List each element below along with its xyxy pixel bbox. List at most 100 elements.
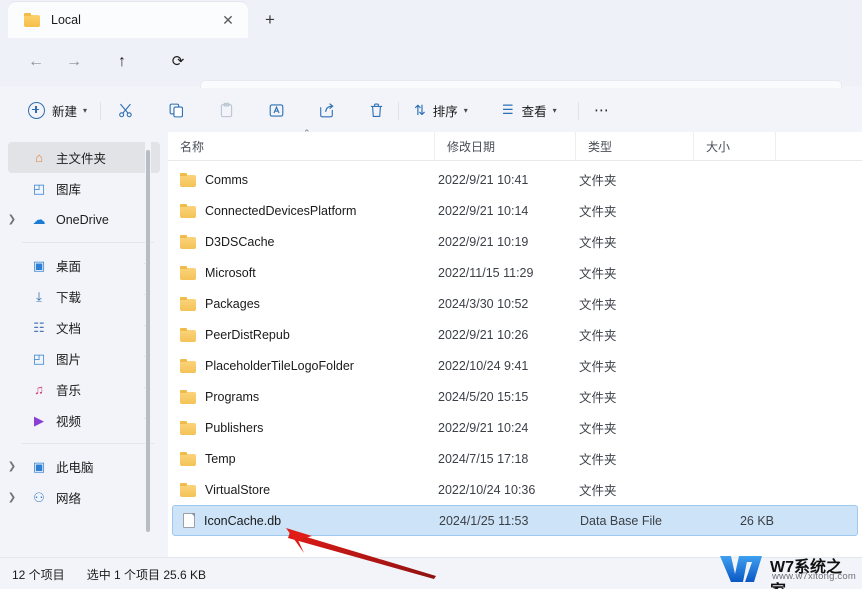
- status-selection-info: 选中 1 个项目 25.6 KB: [86, 567, 207, 582]
- file-type-cell: 文件夹: [579, 329, 617, 343]
- file-date-cell: 2022/9/21 10:26: [438, 327, 529, 342]
- document-icon: ☷: [33, 319, 45, 335]
- rename-icon: [269, 103, 284, 117]
- copy-button[interactable]: [162, 96, 191, 124]
- file-date-cell: 2022/9/21 10:41: [438, 172, 529, 187]
- sidebar-item-7[interactable]: ♫音乐✒: [8, 374, 160, 405]
- view-list-icon: ☰: [502, 102, 514, 117]
- file-date-cell: 2022/10/24 9:41: [438, 358, 529, 373]
- table-row[interactable]: PeerDistRepub 2022/9/21 10:26 文件夹: [172, 319, 858, 350]
- watermark-url: www.w7xitong.com: [772, 571, 856, 582]
- chevron-down-icon: ▾: [463, 105, 468, 115]
- this-pc-icon: ▣: [32, 458, 46, 474]
- table-row[interactable]: Publishers 2022/9/21 10:24 文件夹: [172, 412, 858, 443]
- close-icon[interactable]: ✕: [220, 12, 236, 28]
- chevron-down-icon: ▾: [552, 105, 557, 115]
- file-type-cell: 文件夹: [579, 298, 617, 312]
- view-button[interactable]: ☰ 查看 ▾: [496, 96, 563, 124]
- table-row[interactable]: IconCache.db 2024/1/25 11:53 Data Base Fil…: [172, 505, 858, 536]
- sidebar-scrollbar-thumb[interactable]: [146, 150, 150, 532]
- file-name-label: Programs: [205, 389, 260, 404]
- table-row[interactable]: Programs 2024/5/20 15:15 文件夹: [172, 381, 858, 412]
- sidebar-item-label: 图片: [56, 353, 82, 367]
- scissors-icon: [119, 103, 132, 117]
- chevron-right-icon[interactable]: ❯: [4, 492, 20, 503]
- column-header-date[interactable]: 修改日期: [434, 132, 575, 160]
- sidebar-item-9[interactable]: ❯ ▣ 此电脑: [8, 451, 160, 482]
- forward-icon[interactable]: →: [60, 48, 88, 76]
- chevron-right-icon[interactable]: ❯: [4, 214, 20, 225]
- trash-icon: [370, 102, 383, 117]
- sidebar-item-5[interactable]: ☷文档✒: [8, 312, 160, 343]
- sidebar-item-8[interactable]: ▶视频✒: [8, 405, 160, 436]
- tab-title: Local: [51, 13, 81, 27]
- table-row[interactable]: Packages 2024/3/30 10:52 文件夹: [172, 288, 858, 319]
- folder-icon: [180, 234, 197, 249]
- table-row[interactable]: VirtualStore 2022/10/24 10:36 文件夹: [172, 474, 858, 505]
- file-date-cell: 2022/9/21 10:19: [438, 234, 529, 249]
- sidebar-divider: [22, 242, 154, 243]
- sort-button-label: 排序: [432, 104, 458, 119]
- paste-button[interactable]: [212, 96, 241, 124]
- clipboard-icon: [220, 102, 233, 117]
- tab-local[interactable]: Local ✕: [8, 2, 248, 38]
- file-date-cell: 2024/3/30 10:52: [438, 296, 529, 311]
- sidebar-item-10[interactable]: ❯ ⚇ 网络: [8, 482, 160, 513]
- sidebar-item-2[interactable]: ❯ ☁ OneDrive: [8, 204, 160, 235]
- sidebar-item-3[interactable]: ▣桌面✒: [8, 250, 160, 281]
- file-date-cell: 2024/5/20 15:15: [438, 389, 529, 404]
- file-date-cell: 2022/11/15 11:29: [438, 265, 534, 280]
- table-row[interactable]: Microsoft 2022/11/15 11:29 文件夹: [172, 257, 858, 288]
- sidebar-item-0[interactable]: ⌂ 主文件夹: [8, 142, 160, 173]
- refresh-icon[interactable]: ⟳: [164, 48, 192, 76]
- file-name-cell: Programs: [180, 389, 260, 404]
- sidebar-item-1[interactable]: ◰ 图库: [8, 173, 160, 204]
- more-options-button[interactable]: ⋯: [588, 96, 617, 124]
- file-name-label: PlaceholderTileLogoFolder: [205, 358, 354, 373]
- sort-button[interactable]: ⇅ 排序 ▾: [408, 96, 474, 124]
- content-area: ⌂主文件夹◰图库❯☁OneDrive ▣桌面✒⤓下载✒☷文档✒◰图片✒♫音乐✒▶视…: [0, 128, 862, 557]
- video-icon: ▶: [34, 412, 44, 428]
- folder-icon: [180, 172, 197, 187]
- rename-button[interactable]: [262, 96, 291, 124]
- table-row[interactable]: D3DSCache 2022/9/21 10:19 文件夹: [172, 226, 858, 257]
- file-type-cell: 文件夹: [579, 267, 617, 281]
- column-header-size[interactable]: 大小: [693, 132, 775, 160]
- sidebar-item-4[interactable]: ⤓下载✒: [8, 281, 160, 312]
- up-icon[interactable]: ↑: [108, 48, 136, 76]
- folder-icon: [180, 265, 197, 280]
- file-name-label: IconCache.db: [204, 513, 282, 528]
- file-name-label: VirtualStore: [205, 482, 271, 497]
- file-type-cell: 文件夹: [579, 205, 617, 219]
- folder-icon: [180, 420, 197, 435]
- cut-button[interactable]: [112, 96, 141, 124]
- table-row[interactable]: ConnectedDevicesPlatform 2022/9/21 10:14 文…: [172, 195, 858, 226]
- file-name-cell: Microsoft: [180, 265, 256, 280]
- column-header-type[interactable]: 类型: [575, 132, 693, 160]
- file-list-pane: 名称 ⌃ 修改日期 类型 大小 Comms 2022/9/21 10:41 文件夹 C…: [168, 128, 862, 557]
- table-row[interactable]: PlaceholderTileLogoFolder 2022/10/24 9:41…: [172, 350, 858, 381]
- new-button[interactable]: 新建 ▾: [22, 96, 93, 124]
- file-type-cell: 文件夹: [579, 360, 617, 374]
- sidebar-scrollbar[interactable]: [145, 142, 151, 537]
- folder-icon: [180, 482, 197, 497]
- delete-button[interactable]: [362, 96, 391, 124]
- file-name-cell: Comms: [180, 172, 248, 187]
- table-row[interactable]: Temp 2024/7/15 17:18 文件夹: [172, 443, 858, 474]
- file-name-cell: ConnectedDevicesPlatform: [180, 203, 356, 218]
- folder-icon: [180, 389, 197, 404]
- share-button[interactable]: [312, 96, 341, 124]
- folder-icon: [180, 451, 197, 466]
- file-rows: Comms 2022/9/21 10:41 文件夹 ConnectedDevicesP…: [168, 161, 862, 536]
- table-row[interactable]: Comms 2022/9/21 10:41 文件夹: [172, 164, 858, 195]
- sidebar-item-6[interactable]: ◰图片✒: [8, 343, 160, 374]
- back-icon[interactable]: ←: [22, 48, 50, 76]
- column-header-name[interactable]: 名称 ⌃: [168, 128, 434, 160]
- column-header-type-label: 类型: [588, 139, 613, 154]
- column-header-size-label: 大小: [706, 139, 731, 154]
- folder-icon: [180, 327, 197, 342]
- new-tab-button[interactable]: +: [258, 8, 282, 32]
- chevron-down-icon: ▾: [83, 105, 88, 115]
- chevron-right-icon[interactable]: ❯: [4, 461, 20, 472]
- sidebar-item-label: 主文件夹: [56, 152, 107, 166]
